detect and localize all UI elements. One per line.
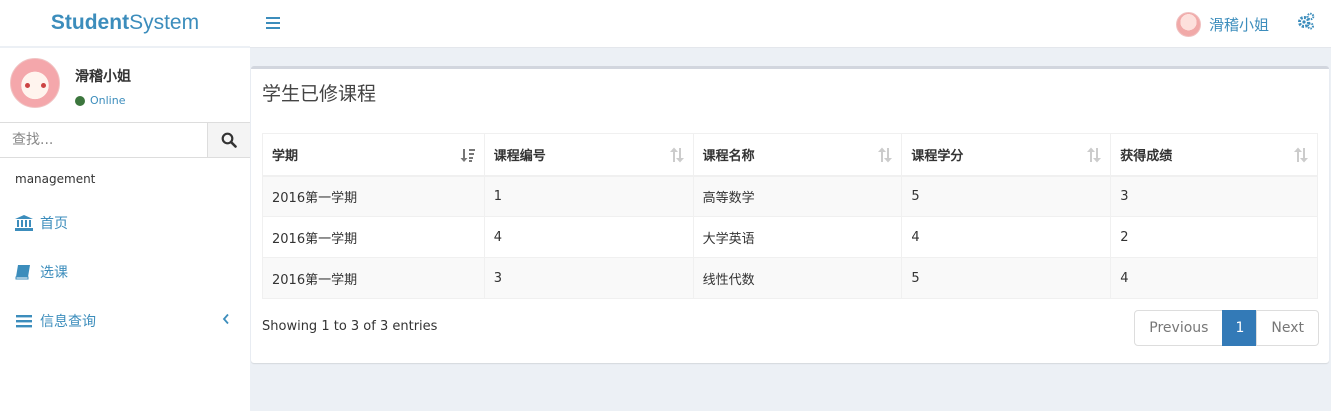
- sidebar-toggle-icon[interactable]: [266, 14, 280, 30]
- brand-logo[interactable]: Student System: [0, 0, 250, 46]
- cell-course-name: 线性代数: [692, 257, 903, 299]
- cell-course-name: 大学英语: [692, 216, 903, 258]
- table-row: 2016第一学期 4 大学英语 4 2: [262, 216, 1318, 258]
- table-row: 2016第一学期 1 高等数学 5 3: [262, 175, 1318, 217]
- top-navbar: 滑稽小姐: [250, 0, 1331, 48]
- cell-course-name: 高等数学: [692, 175, 903, 217]
- cell-grade: 2: [1110, 216, 1318, 258]
- online-dot-icon: [75, 95, 85, 106]
- cell-credits: 4: [901, 216, 1112, 258]
- brand-bold: Student: [50, 11, 130, 34]
- sort-asc-icon[interactable]: [460, 147, 476, 163]
- sort-both-icon[interactable]: [1293, 147, 1309, 163]
- sidebar-user-name: 滑稽小姐: [75, 69, 131, 85]
- previous-page-button[interactable]: Previous: [1134, 310, 1224, 346]
- sort-both-icon[interactable]: [669, 147, 685, 163]
- sidebar-item-label: 选课: [40, 264, 68, 281]
- sort-both-icon[interactable]: [1086, 147, 1102, 163]
- cell-course-id: 1: [483, 175, 694, 217]
- gears-icon[interactable]: [1297, 12, 1315, 30]
- column-header-semester[interactable]: 学期: [262, 133, 485, 177]
- column-header-grade[interactable]: 获得成绩: [1110, 133, 1318, 177]
- sidebar-item-home[interactable]: 首页: [0, 198, 250, 247]
- cell-semester: 2016第一学期: [262, 216, 485, 258]
- book-icon: [15, 264, 30, 279]
- cell-course-id: 4: [483, 216, 694, 258]
- brand-rest: System: [129, 11, 200, 34]
- cell-credits: 5: [901, 257, 1112, 299]
- column-header-credits[interactable]: 课程学分: [901, 133, 1112, 177]
- search-button[interactable]: [208, 123, 250, 157]
- sidebar-item-course-selection[interactable]: 选课: [0, 247, 250, 296]
- column-header-course-id[interactable]: 课程编号: [483, 133, 694, 177]
- bank-icon: [15, 214, 33, 231]
- cell-semester: 2016第一学期: [262, 257, 485, 299]
- search-icon: [221, 132, 237, 148]
- courses-box: 学生已修课程 学期 课程编号 课程名称 课程学分 获得成绩 2016第一学期 1…: [251, 66, 1329, 363]
- status-label: Online: [90, 94, 126, 107]
- sidebar-item-info-query[interactable]: 信息查询: [0, 296, 250, 345]
- navbar-avatar: [1175, 11, 1201, 37]
- sidebar-search: [0, 122, 250, 158]
- courses-table: 学期 课程编号 课程名称 课程学分 获得成绩 2016第一学期 1 高等数学 5…: [262, 133, 1318, 299]
- search-input[interactable]: [0, 123, 208, 157]
- cell-grade: 3: [1110, 175, 1318, 217]
- table-row: 2016第一学期 3 线性代数 5 4: [262, 257, 1318, 299]
- sort-both-icon[interactable]: [877, 147, 893, 163]
- avatar: [10, 58, 60, 108]
- user-panel: 滑稽小姐 Online: [0, 48, 250, 122]
- status-badge: Online: [75, 94, 125, 107]
- sidebar-section-header: management: [15, 172, 96, 186]
- sidebar-item-label: 信息查询: [40, 313, 96, 330]
- column-header-course-name[interactable]: 课程名称: [692, 133, 903, 177]
- next-page-button[interactable]: Next: [1256, 310, 1319, 346]
- page-title: 学生已修课程: [262, 83, 377, 105]
- pagination: Previous 1 Next: [1134, 310, 1319, 346]
- sidebar: 滑稽小姐 Online management 首页: [0, 48, 250, 411]
- sidebar-menu: 首页 选课 信息查询: [0, 198, 250, 345]
- sidebar-item-label: 首页: [40, 215, 68, 232]
- page-1-button[interactable]: 1: [1222, 310, 1258, 346]
- navbar-user-name: 滑稽小姐: [1208, 15, 1269, 34]
- list-icon: [16, 314, 32, 327]
- chevron-left-icon[interactable]: [222, 313, 230, 325]
- cell-grade: 4: [1110, 257, 1318, 299]
- cell-semester: 2016第一学期: [262, 175, 485, 217]
- cell-course-id: 3: [483, 257, 694, 299]
- navbar-user-menu[interactable]: 滑稽小姐: [1175, 8, 1269, 40]
- cell-credits: 5: [901, 175, 1112, 217]
- table-info: Showing 1 to 3 of 3 entries: [262, 319, 438, 334]
